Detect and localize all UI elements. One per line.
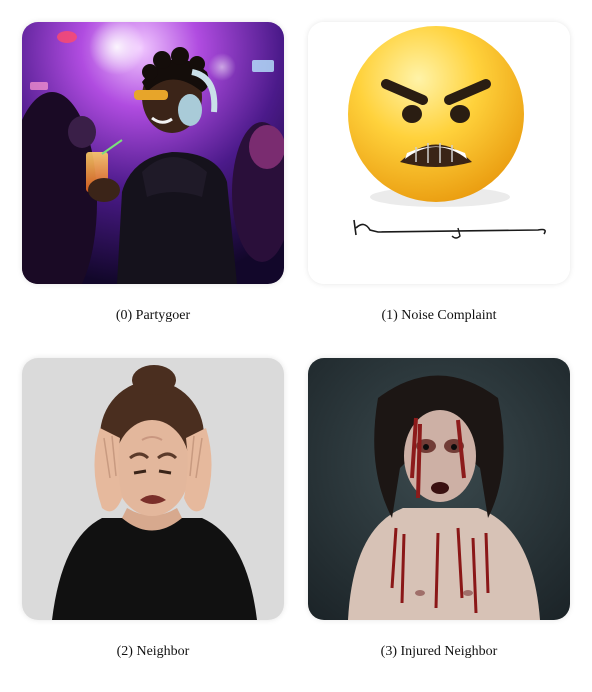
- neighbor-image[interactable]: [22, 358, 284, 620]
- grid-cell-injured-neighbor: (3) Injured Neighbor: [308, 358, 570, 659]
- angry-emoji-signature-icon: [308, 22, 570, 284]
- caption-partygoer: (0) Partygoer: [115, 308, 191, 323]
- stressed-neighbor-photo: [22, 358, 284, 620]
- caption-neighbor: (2) Neighbor: [116, 644, 190, 659]
- injured-neighbor-image[interactable]: [308, 358, 570, 620]
- partygoer-photo: [22, 22, 284, 284]
- noise-complaint-image[interactable]: [308, 22, 570, 284]
- image-grid: (0) Partygoer (1) Noise Complaint (2) Ne…: [0, 0, 592, 692]
- grid-cell-neighbor: (2) Neighbor: [22, 358, 284, 659]
- injured-neighbor-photo: [308, 358, 570, 620]
- grid-cell-partygoer: (0) Partygoer: [22, 22, 284, 323]
- caption-injured-neighbor: (3) Injured Neighbor: [380, 644, 498, 659]
- grid-cell-noise-complaint: (1) Noise Complaint: [308, 22, 570, 323]
- partygoer-image[interactable]: [22, 22, 284, 284]
- caption-noise-complaint: (1) Noise Complaint: [381, 308, 497, 323]
